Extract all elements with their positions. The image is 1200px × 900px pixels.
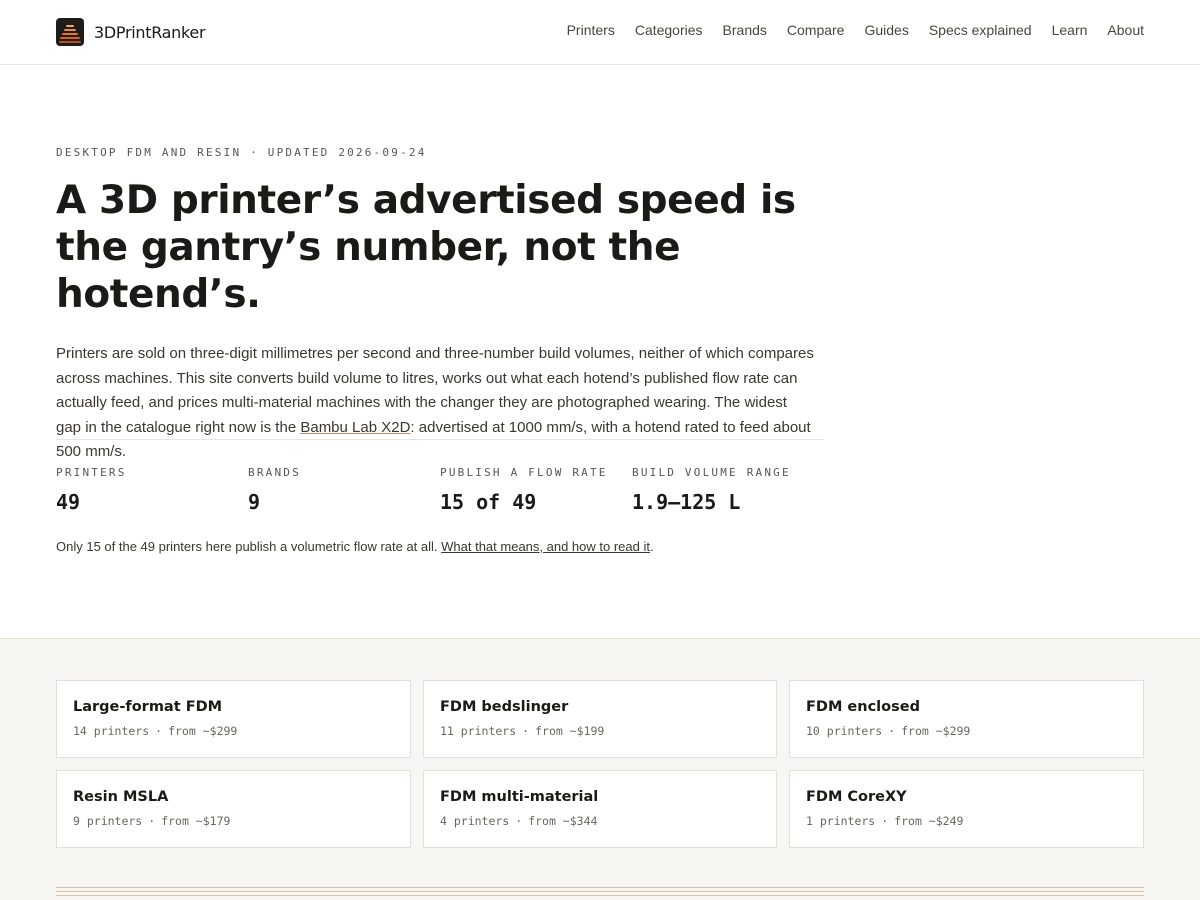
- category-price: from ~$199: [535, 724, 605, 738]
- category-name: FDM enclosed: [806, 699, 920, 715]
- category-meta: 11 printers · from ~$199: [440, 724, 605, 738]
- category-price: from ~$249: [894, 814, 964, 828]
- stat-build-volume: Build volume range 1.9–125 L: [632, 466, 824, 514]
- hero: Desktop FDM and resin · Updated 2026-09-…: [56, 146, 824, 465]
- category-name: Resin MSLA: [73, 789, 169, 805]
- category-card-large-format-fdm[interactable]: Large-format FDM 14 printers · from ~$299: [56, 680, 411, 758]
- category-count: 9 printers: [73, 814, 143, 828]
- category-card-fdm-corexy[interactable]: FDM CoreXY 1 printers · from ~$249: [789, 770, 1144, 848]
- categories-section: Large-format FDM 14 printers · from ~$299 …: [0, 638, 1200, 900]
- stats-row: Printers 49 Brands 9 Publish a flow rate…: [56, 466, 824, 514]
- flow-rate-explainer-link[interactable]: What that means, and how to read it: [441, 539, 650, 554]
- category-name: FDM multi-material: [440, 789, 599, 805]
- nav-printers[interactable]: Printers: [567, 22, 615, 38]
- featured-printer-link[interactable]: Bambu Lab X2D: [300, 419, 410, 436]
- category-price: from ~$299: [168, 724, 238, 738]
- section-divider: [56, 887, 1144, 888]
- stat-value: 49: [56, 490, 81, 514]
- note-end: .: [649, 539, 654, 554]
- category-count: 11 printers: [440, 724, 517, 738]
- category-count: 14 printers: [73, 724, 150, 738]
- stat-value: 15 of 49: [440, 490, 537, 514]
- site-header: 3DPrintRanker Printers Categories Brands…: [0, 0, 1200, 65]
- nav-specs-explained[interactable]: Specs explained: [929, 22, 1032, 38]
- site-name: 3DPrintRanker: [94, 22, 206, 42]
- category-card-fdm-enclosed[interactable]: FDM enclosed 10 printers · from ~$299: [789, 680, 1144, 758]
- nav-brands[interactable]: Brands: [723, 22, 767, 38]
- category-price: from ~$179: [161, 814, 231, 828]
- section-divider: [56, 895, 1144, 896]
- category-name: Large-format FDM: [73, 699, 223, 715]
- stat-value: 1.9–125 L: [632, 490, 741, 514]
- nav-compare[interactable]: Compare: [787, 22, 845, 38]
- section-divider: [56, 891, 1144, 892]
- site-logo-link[interactable]: 3DPrintRanker: [56, 18, 206, 46]
- note-text: Only 15 of the 49 printers here publish …: [56, 539, 442, 554]
- nav-guides[interactable]: Guides: [864, 22, 908, 38]
- category-meta: 9 printers · from ~$179: [73, 814, 231, 828]
- category-card-resin-msla[interactable]: Resin MSLA 9 printers · from ~$179: [56, 770, 411, 848]
- category-count: 1 printers: [806, 814, 876, 828]
- stat-label: Brands: [248, 466, 301, 479]
- flow-rate-note: Only 15 of the 49 printers here publish …: [56, 539, 654, 554]
- category-grid: Large-format FDM 14 printers · from ~$299 …: [56, 680, 1144, 848]
- category-name: FDM bedslinger: [440, 699, 569, 715]
- category-meta: 4 printers · from ~$344: [440, 814, 598, 828]
- stat-brands: Brands 9: [248, 466, 440, 514]
- stat-label: Printers: [56, 466, 127, 479]
- category-count: 10 printers: [806, 724, 883, 738]
- stat-label: Build volume range: [632, 466, 791, 479]
- hero-lede: Printers are sold on three-digit millime…: [56, 342, 816, 465]
- category-name: FDM CoreXY: [806, 789, 907, 805]
- nav-categories[interactable]: Categories: [635, 22, 703, 38]
- stat-value: 9: [248, 490, 261, 514]
- category-meta: 1 printers · from ~$249: [806, 814, 964, 828]
- category-card-fdm-multi-material[interactable]: FDM multi-material 4 printers · from ~$344: [423, 770, 777, 848]
- hero-eyebrow: Desktop FDM and resin · Updated 2026-09-…: [56, 146, 427, 159]
- category-card-fdm-bedslinger[interactable]: FDM bedslinger 11 printers · from ~$199: [423, 680, 777, 758]
- category-price: from ~$344: [528, 814, 598, 828]
- stat-flow-rate: Publish a flow rate 15 of 49: [440, 466, 632, 514]
- category-price: from ~$299: [901, 724, 971, 738]
- category-meta: 14 printers · from ~$299: [73, 724, 238, 738]
- stat-printers: Printers 49: [56, 466, 248, 514]
- divider: [56, 439, 824, 440]
- nav-learn[interactable]: Learn: [1052, 22, 1088, 38]
- stat-label: Publish a flow rate: [440, 466, 608, 479]
- category-count: 4 printers: [440, 814, 510, 828]
- category-meta: 10 printers · from ~$299: [806, 724, 971, 738]
- page-title: A 3D printer’s advertised speed is the g…: [56, 178, 796, 317]
- layered-print-icon: [56, 18, 84, 46]
- nav-about[interactable]: About: [1107, 22, 1144, 38]
- main-nav: Printers Categories Brands Compare Guide…: [567, 22, 1144, 38]
